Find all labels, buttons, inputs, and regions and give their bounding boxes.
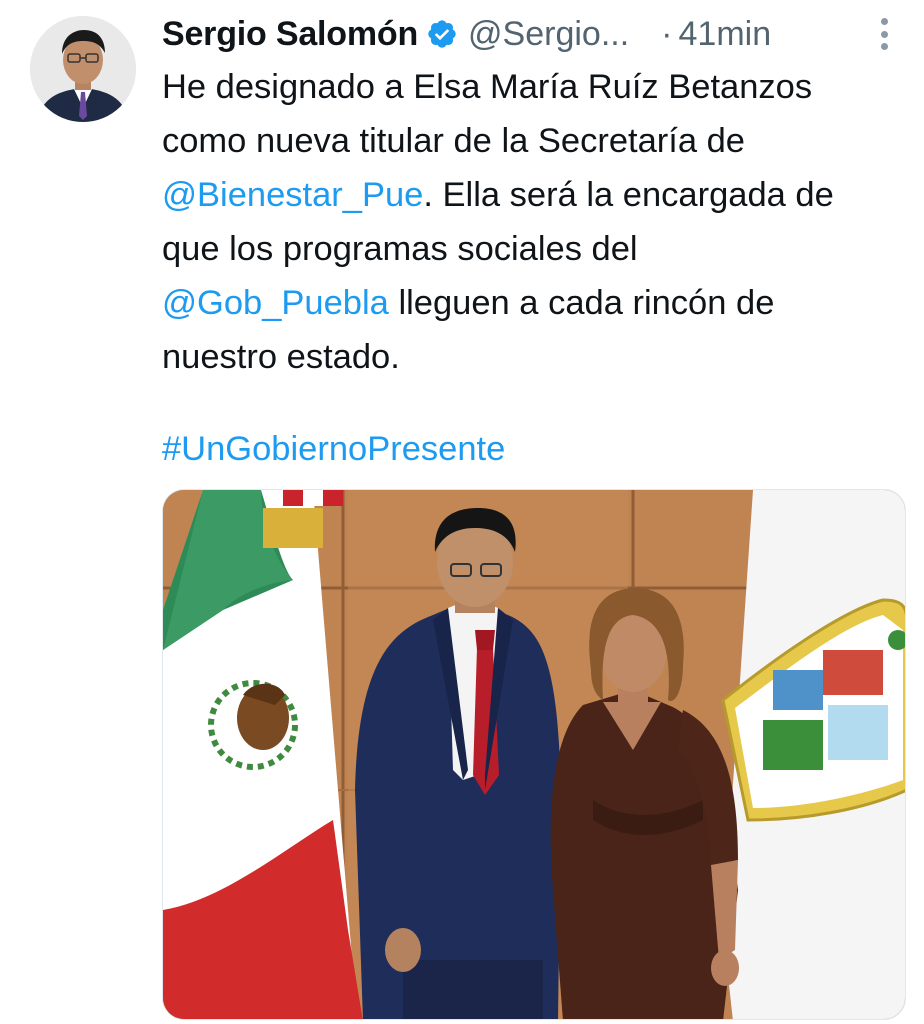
- tweet-text-line: que los programas sociales del: [162, 222, 922, 276]
- tweet-text-segment: He designado a Elsa María Ruíz Betanzos: [162, 68, 813, 106]
- hashtag-link[interactable]: #UnGobiernoPresente: [162, 430, 505, 468]
- tweet-text-line: He designado a Elsa María Ruíz Betanzos: [162, 60, 922, 114]
- separator-dot: ·: [661, 14, 673, 53]
- tweet-text: He designado a Elsa María Ruíz Betanzos c…: [162, 60, 922, 384]
- handle[interactable]: @Sergio...: [468, 15, 629, 54]
- tweet-text-segment: nuestro estado.: [162, 338, 400, 376]
- tweet-text-line: @Bienestar_Pue. Ella será la encargada d…: [162, 168, 922, 222]
- tweet[interactable]: Sergio Salomón @Sergio... · 41min He des…: [0, 0, 924, 1024]
- more-options-icon[interactable]: [872, 14, 896, 54]
- tweet-header: Sergio Salomón @Sergio... · 41min: [162, 10, 771, 58]
- hashtag-line: #UnGobiernoPresente: [162, 422, 505, 476]
- avatar-image: [30, 16, 136, 122]
- tweet-photo[interactable]: [162, 489, 906, 1020]
- tweet-text-line: nuestro estado.: [162, 330, 922, 384]
- tweet-text-line: como nueva titular de la Secretaría de: [162, 114, 922, 168]
- tweet-text-line: @Gob_Puebla lleguen a cada rincón de: [162, 276, 922, 330]
- photo-scene: [163, 490, 905, 1019]
- avatar[interactable]: [30, 16, 136, 122]
- tweet-text-segment: que los programas sociales del: [162, 230, 638, 268]
- timestamp[interactable]: 41min: [679, 15, 772, 54]
- tweet-text-segment: lleguen a cada rincón de: [388, 284, 775, 322]
- tweet-text-segment: como nueva titular de la Secretaría de: [162, 122, 745, 160]
- puebla-flag: [721, 490, 905, 1019]
- verified-badge-icon: [426, 18, 458, 50]
- mention-link[interactable]: @Bienestar_Pue: [162, 176, 423, 214]
- mention-link[interactable]: @Gob_Puebla: [162, 284, 389, 322]
- tweet-text-segment: . Ella será la encargada de: [423, 176, 834, 214]
- display-name[interactable]: Sergio Salomón: [162, 15, 418, 54]
